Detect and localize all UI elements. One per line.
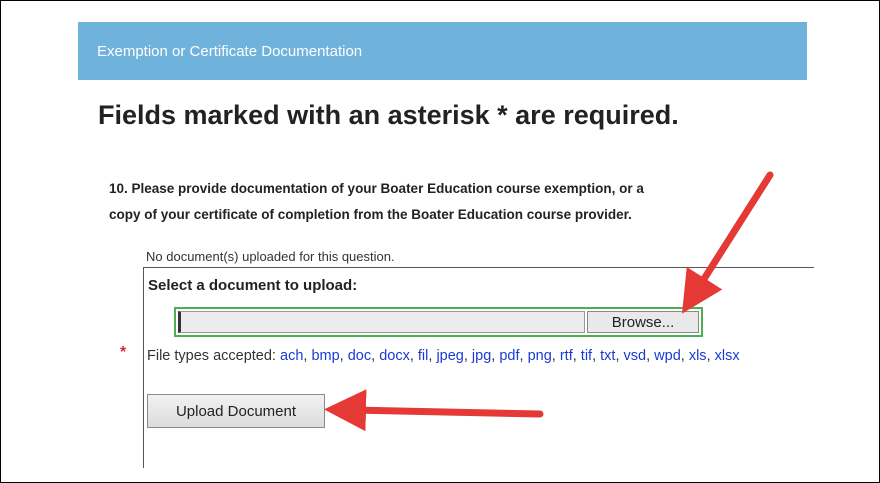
arrow-to-browse xyxy=(681,171,774,314)
annotation-arrows xyxy=(324,171,774,432)
arrow-to-upload xyxy=(324,389,544,432)
